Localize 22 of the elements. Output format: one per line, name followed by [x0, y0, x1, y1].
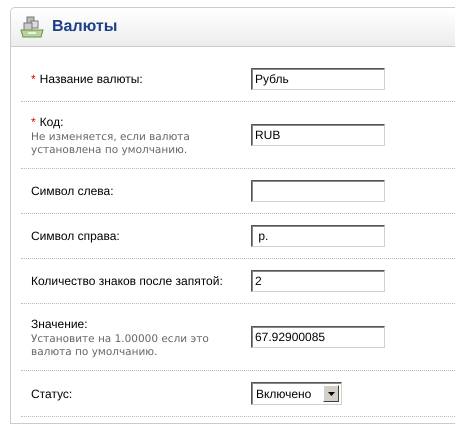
input-field[interactable]: р.	[251, 225, 385, 247]
field-label: Значение:	[31, 316, 89, 333]
dropdown-button[interactable]	[323, 385, 339, 402]
input-field[interactable]: 67.92900085	[251, 326, 385, 348]
panel-title: Валюты	[52, 17, 118, 37]
field-label: Код:	[40, 115, 64, 129]
input-field[interactable]: 2	[251, 270, 385, 292]
required-marker: *	[31, 72, 36, 86]
input-field[interactable]: Рубль	[251, 68, 385, 90]
required-marker: *	[31, 115, 36, 129]
caret-icon	[328, 392, 334, 396]
field-label: Название валюты:	[40, 72, 143, 86]
field-label: Количество знаков после запятой:	[31, 273, 224, 290]
field-hint: Не изменяется, если валюта установлена по умолчанию.	[31, 131, 191, 157]
cash-register-icon	[20, 16, 44, 38]
field-hint: Установите на 1.00000 если это валюта по умолчанию.	[31, 333, 210, 359]
field-label: Статус:	[31, 386, 74, 402]
field-label: Символ справа:	[31, 228, 121, 245]
status-dropdown[interactable]: Включено	[251, 382, 342, 405]
input-field[interactable]: RUB	[251, 124, 385, 146]
field-label: Символ слева:	[31, 183, 115, 200]
input-field[interactable]	[251, 180, 385, 202]
